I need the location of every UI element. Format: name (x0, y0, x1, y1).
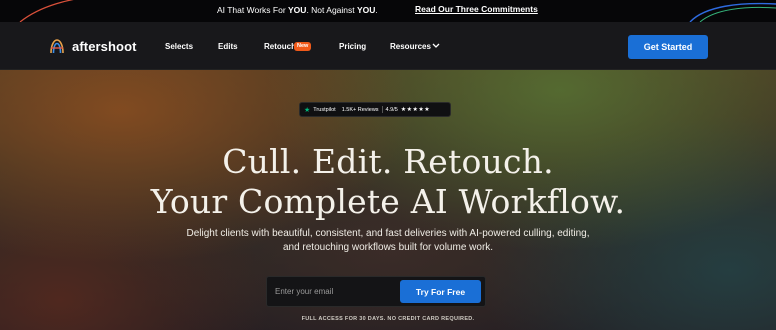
nav-item-pricing[interactable]: Pricing (339, 42, 366, 51)
announcement-middle: . Not Against (306, 5, 357, 15)
hero-title-line1: Cull. Edit. Retouch. (222, 142, 554, 181)
nav-item-edits[interactable]: Edits (218, 42, 238, 51)
signup-form: Try For Free (266, 276, 486, 307)
announcement-suffix: . (375, 5, 378, 15)
nav-item-retouch[interactable]: Retouch (264, 42, 296, 51)
new-badge: New (294, 42, 312, 51)
review-count: 1.5K+ Reviews (341, 106, 379, 113)
chevron-down-icon[interactable] (432, 43, 440, 49)
divider (381, 106, 383, 113)
trustpilot-star-icon: ★ (304, 106, 311, 114)
nav-item-resources[interactable]: Resources (390, 42, 431, 51)
trustpilot-brand: Trustpilot (313, 106, 336, 113)
logo[interactable]: aftershoot (48, 37, 137, 55)
hero-subtitle-line1: Delight clients with beautiful, consiste… (186, 228, 590, 239)
hero-subtitle-line2: and retouching workflows built for volum… (282, 242, 494, 253)
nav-item-selects[interactable]: Selects (165, 42, 193, 51)
try-for-free-button[interactable]: Try For Free (400, 280, 481, 303)
trial-note: FULL ACCESS FOR 30 DAYS. NO CREDIT CARD … (301, 316, 475, 322)
trustpilot-badge[interactable]: ★ Trustpilot 1.5K+ Reviews 4.9/5 ★★★★★ (299, 102, 451, 117)
decorative-arc-left (19, 0, 776, 22)
announcement-bar: AI That Works For YOU. Not Against YOU. … (0, 0, 776, 22)
main-nav: aftershoot Selects Edits Retouch New Pri… (0, 22, 776, 70)
announcement-text: AI That Works For YOU. Not Against YOU. (217, 5, 378, 15)
announcement-emphasis: YOU (357, 5, 376, 15)
announcement-emphasis: YOU (288, 5, 307, 15)
announcement-prefix: AI That Works For (217, 5, 289, 15)
hero-section: ★ Trustpilot 1.5K+ Reviews 4.9/5 ★★★★★ C… (0, 70, 776, 330)
commitments-link[interactable]: Read Our Three Commitments (415, 4, 538, 14)
brand-name: aftershoot (72, 38, 137, 54)
get-started-button[interactable]: Get Started (628, 35, 708, 59)
rating-stars-icon: ★★★★★ (400, 107, 431, 113)
rating-value: 4.9/5 (385, 106, 398, 113)
aftershoot-logo-icon (50, 39, 64, 54)
email-input[interactable] (267, 277, 397, 306)
hero-title-line2: Your Complete AI Workflow. (150, 182, 626, 221)
